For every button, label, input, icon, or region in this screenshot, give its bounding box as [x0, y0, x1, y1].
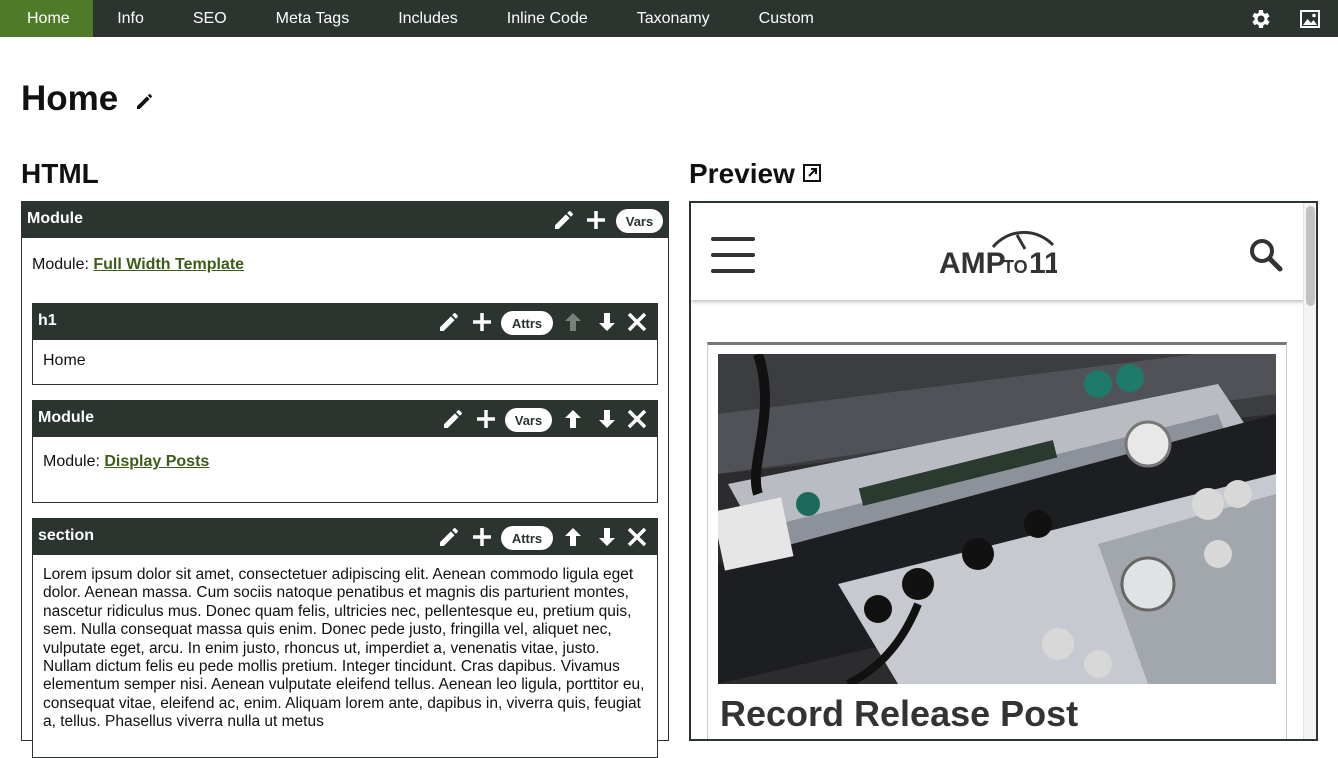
- edit-pencil-icon[interactable]: [437, 310, 461, 334]
- module-block-display-posts: Module Vars Module: Display Posts: [32, 400, 658, 503]
- nav-tab-info[interactable]: Info: [93, 0, 169, 37]
- add-plus-icon[interactable]: [470, 310, 494, 334]
- vars-button[interactable]: Vars: [616, 209, 663, 233]
- preview-scrollbar-thumb[interactable]: [1306, 206, 1315, 306]
- delete-close-icon[interactable]: [625, 310, 649, 334]
- svg-text:TO: TO: [1003, 257, 1028, 277]
- post-photo-audio-gear[interactable]: [718, 354, 1276, 684]
- block-header: Module Vars: [22, 202, 668, 238]
- add-plus-icon[interactable]: [474, 407, 498, 431]
- module-block-full-width: Module Vars Module: Full Width Template …: [21, 201, 669, 758]
- svg-text:11: 11: [1029, 247, 1057, 277]
- nav-tab-custom[interactable]: Custom: [734, 0, 838, 37]
- edit-pencil-icon[interactable]: [441, 407, 465, 431]
- svg-text:AMP: AMP: [939, 247, 1006, 277]
- delete-close-icon[interactable]: [625, 525, 649, 549]
- nav-tab-inline-code[interactable]: Inline Code: [482, 0, 612, 37]
- move-down-arrow-icon[interactable]: [595, 310, 619, 334]
- html-heading: HTML: [21, 158, 99, 189]
- nav-tab-taxonamy[interactable]: Taxonamy: [612, 0, 734, 37]
- delete-close-icon[interactable]: [625, 407, 649, 431]
- move-up-arrow-icon[interactable]: [561, 407, 585, 431]
- nav-tab-meta-tags[interactable]: Meta Tags: [251, 0, 374, 37]
- block-header: Module Vars: [33, 401, 657, 437]
- move-up-arrow-icon[interactable]: [561, 525, 585, 549]
- module-link-display-posts[interactable]: Display Posts: [104, 453, 209, 470]
- preview-frame: AMP TO 11: [689, 201, 1318, 741]
- module-prefix: Module:: [32, 256, 89, 273]
- module-line: Module: Display Posts: [43, 453, 209, 471]
- attrs-button[interactable]: Attrs: [501, 311, 553, 335]
- h1-block: h1 Attrs Home: [32, 303, 658, 385]
- module-prefix: Module:: [43, 453, 100, 470]
- edit-pencil-icon[interactable]: [552, 208, 576, 232]
- nav-tab-seo[interactable]: SEO: [168, 0, 251, 37]
- preview-heading: Preview: [689, 158, 795, 189]
- post-card-title[interactable]: Record Release Post: [720, 693, 1078, 735]
- block-title: h1: [38, 312, 57, 329]
- attrs-button[interactable]: Attrs: [501, 526, 553, 550]
- page-title: Home: [21, 79, 119, 118]
- nav-tab-includes[interactable]: Includes: [374, 0, 483, 37]
- edit-title-pencil-icon[interactable]: [133, 89, 157, 113]
- module-link-full-width-template[interactable]: Full Width Template: [93, 256, 244, 273]
- block-title: Module: [38, 409, 94, 426]
- block-title: section: [38, 527, 95, 544]
- block-title: Module: [27, 210, 83, 227]
- move-down-arrow-icon[interactable]: [595, 407, 619, 431]
- section-block: section Attrs Lorem ipsum dolor sit amet…: [32, 518, 658, 758]
- vars-button[interactable]: Vars: [505, 408, 552, 432]
- hamburger-menu-icon[interactable]: [711, 237, 755, 273]
- post-card[interactable]: Record Release Post: [707, 342, 1287, 739]
- add-plus-icon[interactable]: [584, 208, 608, 232]
- amp-to-11-logo: AMP TO 11: [939, 230, 1057, 277]
- h1-content: Home: [43, 352, 86, 369]
- image-icon[interactable]: [1298, 7, 1322, 31]
- top-nav: Home Info SEO Meta Tags Includes Inline …: [0, 0, 1338, 37]
- open-preview-external-icon[interactable]: [802, 163, 822, 183]
- nav-tab-home[interactable]: Home: [0, 0, 93, 37]
- block-header: h1 Attrs: [33, 304, 657, 340]
- move-down-arrow-icon[interactable]: [595, 525, 619, 549]
- edit-pencil-icon[interactable]: [437, 525, 461, 549]
- move-up-arrow-icon: [565, 313, 581, 331]
- block-header: section Attrs: [33, 519, 657, 555]
- module-line: Module: Full Width Template: [32, 256, 244, 274]
- search-icon[interactable]: [1249, 238, 1283, 272]
- section-text: Lorem ipsum dolor sit amet, consectetuer…: [43, 566, 645, 731]
- add-plus-icon[interactable]: [470, 525, 494, 549]
- gear-icon[interactable]: [1248, 7, 1272, 31]
- preview-site-header: AMP TO 11: [691, 203, 1305, 300]
